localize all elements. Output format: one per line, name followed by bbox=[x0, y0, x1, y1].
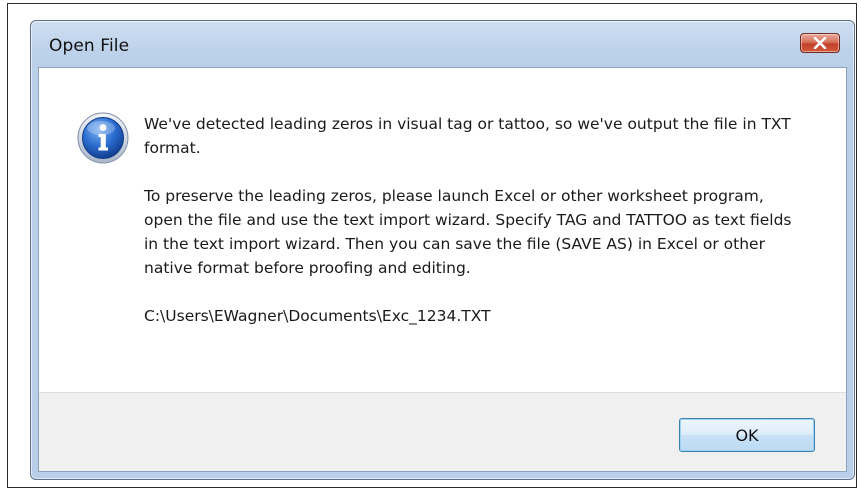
open-file-dialog: Open File We've detected leading zeros i… bbox=[30, 20, 855, 480]
close-button[interactable] bbox=[800, 33, 840, 53]
ok-button[interactable]: OK bbox=[679, 418, 815, 452]
message-paragraph-1: We've detected leading zeros in visual t… bbox=[144, 115, 791, 157]
close-icon bbox=[813, 37, 827, 49]
dialog-body: We've detected leading zeros in visual t… bbox=[38, 67, 847, 472]
message-paragraph-2: To preserve the leading zeros, please la… bbox=[144, 187, 792, 277]
message-area: We've detected leading zeros in visual t… bbox=[39, 68, 846, 398]
dialog-title: Open File bbox=[49, 36, 130, 56]
info-icon bbox=[77, 112, 129, 164]
button-bar: OK bbox=[39, 392, 846, 471]
title-bar[interactable]: Open File bbox=[31, 21, 854, 66]
file-path: C:\Users\EWagner\Documents\Exc_1234.TXT bbox=[144, 307, 491, 325]
dialog-message: We've detected leading zeros in visual t… bbox=[144, 112, 794, 352]
